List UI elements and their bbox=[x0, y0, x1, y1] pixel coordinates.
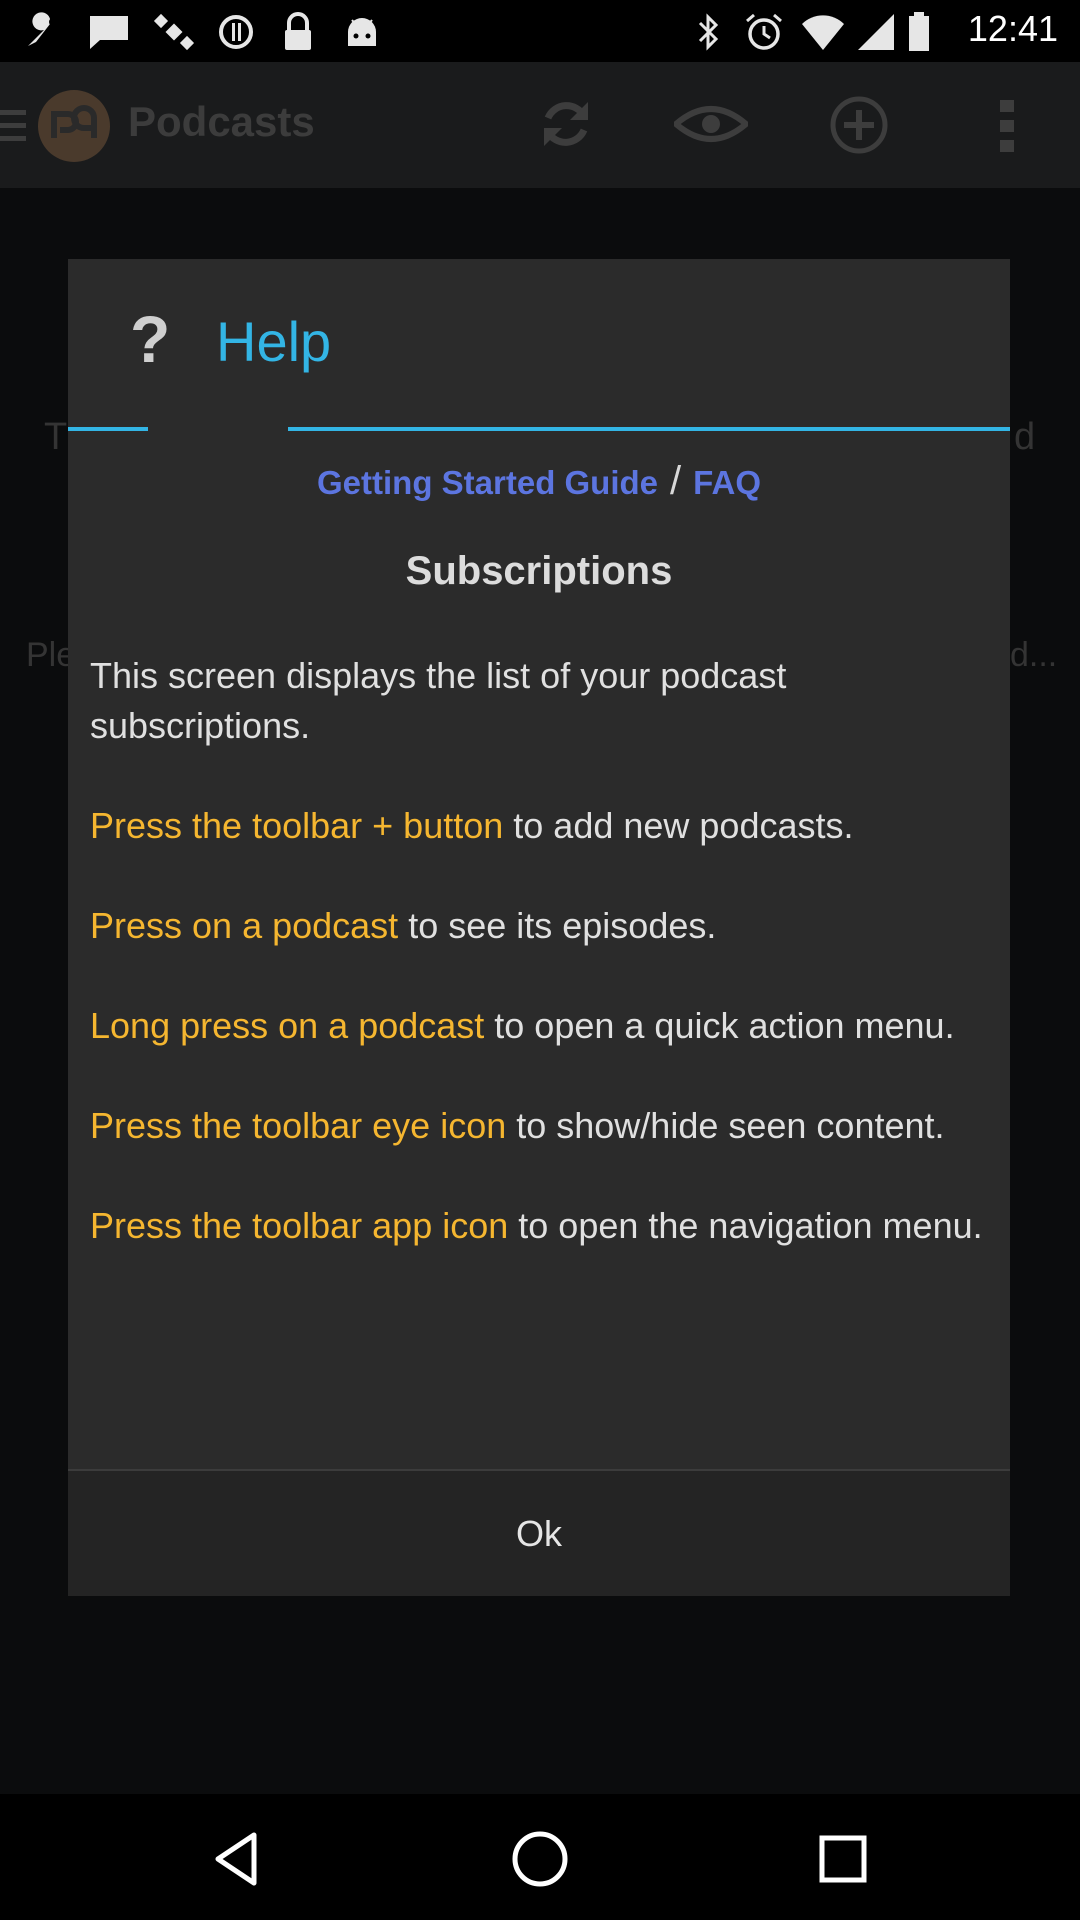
battery-icon bbox=[906, 12, 932, 52]
toolbar-title: Podcasts bbox=[128, 98, 315, 145]
wrench-icon bbox=[22, 12, 66, 52]
satellite-icon bbox=[152, 12, 196, 52]
wifi-icon bbox=[800, 12, 846, 52]
question-icon: ? bbox=[130, 302, 171, 376]
back-icon[interactable] bbox=[202, 1824, 272, 1894]
chat-icon bbox=[88, 12, 130, 52]
lock-icon bbox=[280, 12, 316, 52]
section-title: Subscriptions bbox=[405, 549, 673, 593]
body-text: to add new podcasts. bbox=[503, 805, 854, 846]
home-icon[interactable] bbox=[505, 1824, 575, 1894]
help-paragraph: Press the toolbar app icon to open the n… bbox=[90, 1201, 990, 1251]
body-text: to see its episodes. bbox=[398, 905, 717, 946]
help-paragraph: Press on a podcast to see its episodes. bbox=[90, 901, 990, 951]
status-bar: 12:41 bbox=[0, 0, 1080, 62]
help-paragraph: This screen displays the list of your po… bbox=[90, 651, 990, 751]
help-paragraph: Press the toolbar eye icon to show/hide … bbox=[90, 1101, 990, 1151]
title-divider bbox=[288, 427, 1010, 431]
help-paragraph: Press the toolbar + button to add new po… bbox=[90, 801, 990, 851]
help-content: This screen displays the list of your po… bbox=[90, 651, 990, 1301]
add-icon[interactable] bbox=[830, 96, 888, 159]
ok-button[interactable]: Ok bbox=[68, 1471, 1010, 1596]
dialog-title: Help bbox=[216, 310, 332, 373]
background-text: d bbox=[1014, 416, 1036, 458]
highlight-text: Press the toolbar app icon bbox=[90, 1205, 509, 1246]
eye-icon[interactable] bbox=[671, 102, 751, 151]
link-separator: / bbox=[670, 459, 682, 503]
help-links: Getting Started Guide / FAQ bbox=[68, 459, 1010, 504]
menu-icon[interactable] bbox=[0, 106, 28, 151]
background-text: T bbox=[44, 416, 68, 458]
highlight-text: Press the toolbar eye icon bbox=[90, 1105, 507, 1146]
overflow-menu-icon[interactable] bbox=[996, 98, 1020, 159]
clock: 12:41 bbox=[967, 8, 1058, 49]
title-divider bbox=[68, 427, 148, 431]
refresh-icon[interactable] bbox=[536, 94, 596, 159]
bluetooth-icon bbox=[694, 12, 724, 52]
body-text: This screen displays the list of your po… bbox=[90, 655, 787, 746]
highlight-text: Long press on a podcast bbox=[90, 1005, 485, 1046]
recents-icon[interactable] bbox=[808, 1824, 878, 1894]
background-text: d... bbox=[1010, 636, 1058, 674]
body-text: to open the navigation menu. bbox=[508, 1205, 983, 1246]
faq-link[interactable]: FAQ bbox=[693, 464, 761, 501]
sync-icon bbox=[216, 12, 256, 52]
android-icon bbox=[342, 12, 382, 52]
app-toolbar: Podcasts bbox=[0, 62, 1080, 188]
help-paragraph: Long press on a podcast to open a quick … bbox=[90, 1001, 990, 1051]
highlight-text: Press the toolbar + button bbox=[90, 805, 504, 846]
alarm-icon bbox=[744, 12, 784, 52]
body-text: to show/hide seen content. bbox=[506, 1105, 945, 1146]
navigation-bar bbox=[0, 1794, 1080, 1920]
body-text: to open a quick action menu. bbox=[484, 1005, 955, 1046]
highlight-text: Press on a podcast bbox=[90, 905, 399, 946]
signal-icon bbox=[856, 12, 896, 52]
help-dialog: ? Help Getting Started Guide / FAQ Subscri… bbox=[68, 259, 1010, 1596]
getting-started-link[interactable]: Getting Started Guide bbox=[317, 464, 658, 501]
app-logo-icon[interactable] bbox=[36, 88, 112, 169]
